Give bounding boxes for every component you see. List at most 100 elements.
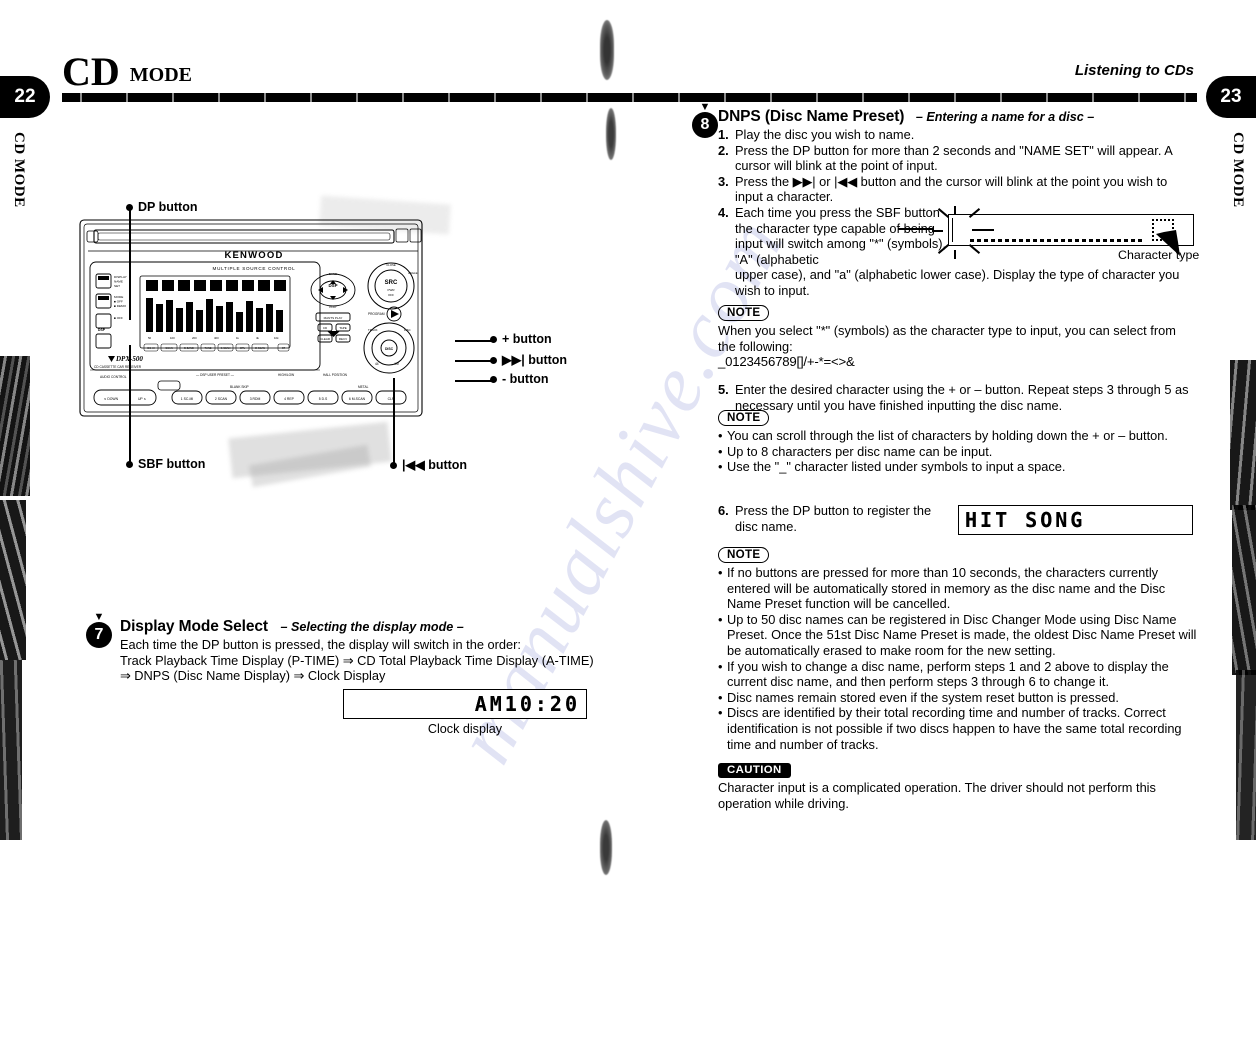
svg-text:SET: SET — [114, 284, 120, 288]
svg-text:5 D.S: 5 D.S — [319, 397, 328, 401]
svg-text:PROGRAM: PROGRAM — [368, 312, 385, 316]
bullet-item: • Use the "_" character listed under symb… — [718, 459, 1198, 475]
blink-ray-icon — [954, 206, 956, 215]
svg-text:10k: 10k — [274, 336, 279, 340]
bullet-text: Discs are identified by their total reco… — [727, 705, 1182, 752]
step-text: Play the disc you wish to name. — [735, 127, 915, 142]
bullet-item: • Discs are identified by their total rec… — [718, 705, 1200, 752]
side-tab-right: CD MODE — [1230, 132, 1246, 208]
svg-text:DISPLAY: DISPLAY — [114, 275, 127, 279]
step-6-block: 6. Press the DP button to register the d… — [718, 503, 948, 534]
svg-text:44: 44 — [375, 362, 379, 366]
step-number: 6. — [718, 503, 729, 518]
page-title-left: CD MODE — [62, 52, 192, 92]
svg-text:DISC: DISC — [404, 328, 411, 332]
bullet-text: Up to 50 disc names can be registered in… — [727, 611, 1197, 658]
section-body-line-3: ⇒ DNPS (Disc Name Display) ⇒ Clock Displ… — [120, 668, 386, 684]
svg-text:CLEAR: CLEAR — [320, 337, 331, 341]
callout-label: DP button — [138, 200, 198, 214]
caution-text: Character input is a complicated operati… — [718, 780, 1156, 811]
svg-text:UP ∧: UP ∧ — [138, 397, 146, 401]
note-1-line-1: When you select "*" (symbols) as the cha… — [718, 323, 1176, 338]
blink-ray-icon — [937, 244, 950, 254]
step-item: 4. Each time you press the SBF button th… — [718, 205, 953, 267]
leader-line-next — [455, 360, 491, 362]
svg-text:ANGLE: ANGLE — [408, 271, 418, 275]
svg-text:CLOSE: CLOSE — [386, 263, 396, 267]
manual-page-spread: manualshive.com 22 23 CD MODE CD MODE CD… — [0, 0, 1256, 894]
character-type-diagram: Character type — [930, 206, 1199, 264]
blinking-cursor-icon — [952, 218, 966, 242]
section-display-mode-select: Display Mode Select – Selecting the disp… — [120, 618, 620, 684]
blink-ray-icon — [954, 250, 956, 259]
svg-text:4 REP: 4 REP — [284, 397, 295, 401]
clock-display-value: AM10:20 — [474, 692, 580, 716]
step-item: 1. Play the disc you wish to name. — [718, 127, 1198, 143]
svg-text:SRC: SRC — [385, 280, 398, 286]
scan-artifact-spine-bottom — [600, 820, 612, 875]
note-2-bullet-list: • You can scroll through the list of char… — [718, 428, 1198, 475]
callout-dot-icon — [390, 462, 397, 470]
model-name: DPX-500 — [115, 355, 143, 363]
leader-line-minus — [455, 380, 491, 382]
scan-artifact-right-2 — [1232, 505, 1256, 675]
step-badge-8: ▼ 8 — [692, 102, 718, 138]
svg-text:DC-HI: DC-HI — [147, 346, 154, 350]
callout-label: SBF button — [138, 457, 206, 471]
step-number: 4. — [718, 204, 729, 220]
callout-label: ▶▶| button — [502, 353, 568, 367]
step-text: Press the DP button for more than 2 seco… — [735, 142, 1173, 174]
bullet-dot-icon: • — [718, 459, 723, 475]
bullet-item: • You can scroll through the list of char… — [718, 428, 1198, 444]
bullet-item: • If you wish to change a disc name, perf… — [718, 659, 1200, 690]
bullet-dot-icon: • — [718, 565, 723, 580]
step-4-continued: upper case), and "a" (alphabetic lower c… — [735, 267, 1180, 298]
page-number-right: 23 — [1206, 76, 1256, 118]
side-tab-left: CD MODE — [11, 132, 27, 208]
step-badge-number: 8 — [700, 116, 710, 133]
section-title: DNPS (Disc Name Preset) — [718, 108, 905, 125]
callout-label: - button — [502, 372, 549, 386]
svg-text:■ OFF: ■ OFF — [114, 316, 123, 320]
svg-text:MODE: MODE — [114, 295, 123, 299]
bullet-text: Up to 8 characters per disc name can be … — [727, 443, 993, 459]
step-text: Each time you press the SBF button the c… — [735, 204, 947, 267]
svg-text:PLAY: PLAY — [329, 305, 336, 309]
svg-text:MTL: MTL — [240, 346, 246, 350]
bullet-text: You can scroll through the list of chara… — [727, 428, 1168, 443]
caution-badge: CAUTION — [718, 763, 791, 778]
svg-text:OFF: OFF — [388, 293, 394, 297]
svg-text:BAND: BAND — [329, 272, 338, 276]
bullet-dot-icon: • — [718, 611, 723, 627]
blink-ray-icon — [932, 230, 943, 232]
svg-text:200: 200 — [192, 336, 197, 340]
svg-text:■ OFF: ■ OFF — [114, 300, 123, 304]
svg-text:BLANK SKIP: BLANK SKIP — [230, 385, 249, 389]
callout-dot-icon — [490, 357, 497, 365]
svg-text:B-BAND: B-BAND — [184, 346, 194, 350]
svg-text:AM: AM — [394, 362, 399, 366]
chevron-down-icon: ▼ — [699, 101, 711, 113]
svg-text:— DSP USER PRESET —: — DSP USER PRESET — — [196, 373, 235, 377]
svg-text:100: 100 — [170, 336, 175, 340]
scan-artifact-spine-top — [600, 20, 614, 80]
step-number: 2. — [718, 142, 729, 158]
clock-display-caption: Clock display — [427, 722, 503, 736]
diagram-dot-underline — [970, 239, 1145, 242]
section-body-line-1: Each time the DP button is pressed, the … — [120, 637, 521, 652]
callout-label: |◀◀ button — [402, 458, 468, 472]
callout-next-track-button: ▶▶| button — [490, 352, 567, 367]
callout-minus-button: - button — [490, 372, 549, 386]
leader-line-plus — [455, 340, 491, 342]
bullet-text: If no buttons are pressed for more than … — [727, 565, 1166, 612]
svg-text:■ DEMO: ■ DEMO — [114, 304, 127, 308]
page-number-left: 22 — [0, 76, 50, 118]
note-block-1: NOTE When you select "*" (symbols) as th… — [718, 303, 1198, 369]
svg-text:NAME: NAME — [114, 280, 123, 284]
step-number: 3. — [718, 173, 729, 189]
svg-text:RECV: RECV — [339, 337, 347, 341]
bullet-text: If you wish to change a disc name, perfo… — [727, 658, 1169, 690]
bullet-dot-icon: • — [718, 705, 723, 721]
note-1-line-2: the following: — [718, 338, 793, 354]
bullet-item: • Up to 50 disc names can be registered i… — [718, 612, 1200, 659]
